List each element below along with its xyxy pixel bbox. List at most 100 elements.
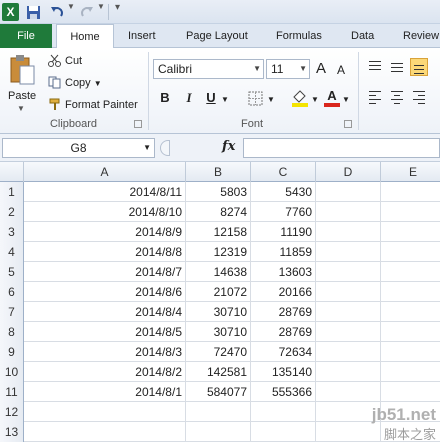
cell-b[interactable]: 12158 — [186, 222, 251, 242]
row-header[interactable]: 3 — [0, 222, 24, 242]
tab-insert[interactable]: Insert — [128, 24, 156, 48]
cell-c[interactable]: 7760 — [251, 202, 316, 222]
cell-e[interactable] — [381, 382, 440, 402]
align-middle-icon[interactable] — [388, 58, 406, 76]
cell-c[interactable]: 555366 — [251, 382, 316, 402]
copy-button[interactable]: Copy ▼ — [48, 75, 102, 91]
align-right-icon[interactable] — [410, 88, 428, 106]
cell-e[interactable] — [381, 242, 440, 262]
cell-e[interactable] — [381, 222, 440, 242]
cell-c[interactable]: 28769 — [251, 302, 316, 322]
row-header[interactable]: 12 — [0, 402, 24, 422]
paste-button[interactable]: Paste — [8, 90, 36, 102]
cell-c[interactable]: 20166 — [251, 282, 316, 302]
cell-e[interactable] — [381, 362, 440, 382]
align-top-icon[interactable] — [366, 58, 384, 76]
cell-d[interactable] — [316, 262, 381, 282]
row-header[interactable]: 7 — [0, 302, 24, 322]
cell-e[interactable] — [381, 302, 440, 322]
tab-formulas[interactable]: Formulas — [276, 24, 322, 48]
cell-b[interactable] — [186, 402, 251, 422]
cell-a[interactable] — [24, 402, 186, 422]
cell-a[interactable]: 2014/8/5 — [24, 322, 186, 342]
row-header[interactable]: 4 — [0, 242, 24, 262]
cell-b[interactable]: 21072 — [186, 282, 251, 302]
cell-a[interactable]: 2014/8/7 — [24, 262, 186, 282]
paste-dropdown-icon[interactable]: ▼ — [17, 104, 25, 113]
undo-dropdown-icon[interactable]: ▼ — [67, 2, 75, 11]
cell-c[interactable]: 13603 — [251, 262, 316, 282]
formula-input[interactable] — [243, 138, 440, 158]
row-header[interactable]: 6 — [0, 282, 24, 302]
underline-button[interactable]: U — [203, 89, 219, 107]
cell-b[interactable]: 72470 — [186, 342, 251, 362]
cell-a[interactable]: 2014/8/1 — [24, 382, 186, 402]
align-left-icon[interactable] — [366, 88, 384, 106]
tab-review[interactable]: Review — [403, 24, 439, 48]
tab-file[interactable]: File — [0, 24, 52, 48]
cell-a[interactable]: 2014/8/8 — [24, 242, 186, 262]
cell-c[interactable]: 135140 — [251, 362, 316, 382]
row-header[interactable]: 11 — [0, 382, 24, 402]
cell-a[interactable]: 2014/8/4 — [24, 302, 186, 322]
cell-d[interactable] — [316, 362, 381, 382]
cell-c[interactable] — [251, 422, 316, 442]
cell-a[interactable]: 2014/8/11 — [24, 182, 186, 202]
row-header[interactable]: 9 — [0, 342, 24, 362]
select-all-corner[interactable] — [0, 162, 24, 182]
cell-d[interactable] — [316, 222, 381, 242]
cell-a[interactable]: 2014/8/3 — [24, 342, 186, 362]
cell-e[interactable] — [381, 182, 440, 202]
cell-d[interactable] — [316, 302, 381, 322]
name-box[interactable]: G8 ▼ — [2, 138, 155, 158]
font-name-dropdown-icon[interactable]: ▼ — [253, 60, 261, 78]
column-header-e[interactable]: E — [381, 162, 440, 182]
save-icon[interactable] — [26, 3, 41, 21]
cell-e[interactable] — [381, 342, 440, 362]
underline-dropdown-icon[interactable]: ▼ — [220, 91, 230, 109]
cell-b[interactable]: 8274 — [186, 202, 251, 222]
cell-c[interactable]: 11190 — [251, 222, 316, 242]
undo-icon[interactable] — [50, 3, 64, 21]
cell-d[interactable] — [316, 242, 381, 262]
cell-d[interactable] — [316, 182, 381, 202]
column-header-b[interactable]: B — [186, 162, 251, 182]
cell-a[interactable]: 2014/8/9 — [24, 222, 186, 242]
cell-d[interactable] — [316, 322, 381, 342]
redo-dropdown-icon[interactable]: ▼ — [97, 2, 105, 11]
cell-c[interactable]: 72634 — [251, 342, 316, 362]
name-box-dropdown-icon[interactable]: ▼ — [143, 139, 151, 157]
cell-b[interactable]: 584077 — [186, 382, 251, 402]
font-size-dropdown-icon[interactable]: ▼ — [299, 60, 307, 78]
cell-b[interactable]: 30710 — [186, 322, 251, 342]
cell-b[interactable] — [186, 422, 251, 442]
fill-color-dropdown-icon[interactable]: ▼ — [310, 91, 320, 109]
row-header[interactable]: 13 — [0, 422, 24, 442]
cell-a[interactable] — [24, 422, 186, 442]
cell-d[interactable] — [316, 342, 381, 362]
excel-logo-icon[interactable]: X — [2, 3, 19, 21]
cell-d[interactable] — [316, 382, 381, 402]
cell-d[interactable] — [316, 282, 381, 302]
customize-toolbar-icon[interactable]: ▾ — [115, 2, 120, 13]
font-color-dropdown-icon[interactable]: ▼ — [341, 91, 351, 109]
cell-c[interactable]: 28769 — [251, 322, 316, 342]
cell-b[interactable]: 5803 — [186, 182, 251, 202]
tab-page-layout[interactable]: Page Layout — [186, 24, 248, 48]
cell-a[interactable]: 2014/8/2 — [24, 362, 186, 382]
align-bottom-icon[interactable] — [410, 58, 428, 76]
redo-icon[interactable] — [80, 3, 94, 21]
borders-icon[interactable] — [248, 91, 264, 106]
copy-dropdown-icon[interactable]: ▼ — [94, 79, 102, 88]
font-size-select[interactable]: 11 ▼ — [266, 59, 310, 79]
cell-e[interactable] — [381, 282, 440, 302]
tab-data[interactable]: Data — [351, 24, 374, 48]
font-launcher-icon[interactable] — [344, 120, 352, 128]
formula-bar-resize-handle[interactable] — [160, 140, 170, 156]
font-color-button[interactable]: A — [324, 87, 340, 107]
shrink-font-button[interactable]: A — [333, 61, 349, 79]
cell-b[interactable]: 30710 — [186, 302, 251, 322]
insert-function-button[interactable]: fx — [222, 139, 235, 154]
cell-a[interactable]: 2014/8/10 — [24, 202, 186, 222]
row-header[interactable]: 1 — [0, 182, 24, 202]
